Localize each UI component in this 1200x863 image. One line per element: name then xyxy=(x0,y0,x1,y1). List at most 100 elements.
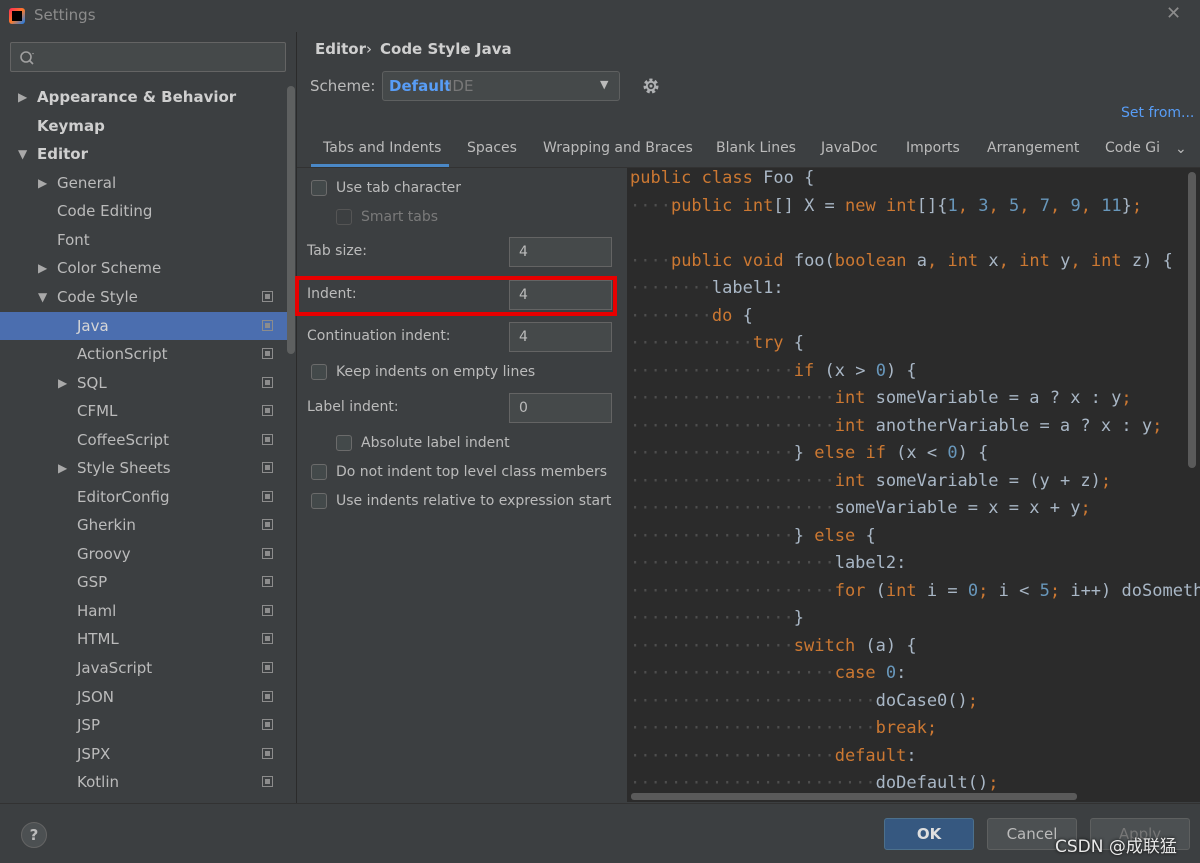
tab-blank-lines[interactable]: Blank Lines xyxy=(716,140,796,156)
code-line: public class Foo { xyxy=(630,168,815,188)
scheme-label: Scheme: xyxy=(310,77,376,95)
annotation-highlight-box xyxy=(295,276,617,316)
code-preview: public class Foo {····public int[] X = n… xyxy=(627,168,1200,802)
sidebar-item-gsp[interactable]: GSP xyxy=(0,568,288,596)
chevron-right-icon: ▶ xyxy=(58,461,68,475)
chevron-right-icon: ▶ xyxy=(38,261,48,275)
tab-arrangement[interactable]: Arrangement xyxy=(987,140,1079,156)
search-input[interactable] xyxy=(10,42,286,72)
code-line: ····················someVariable = x = x… xyxy=(630,498,1091,518)
sidebar-item-color-scheme[interactable]: ▶ Color Scheme xyxy=(0,254,288,282)
tab-code-generation[interactable]: Code Gi xyxy=(1105,140,1160,156)
sidebar-item-label: EditorConfig xyxy=(77,488,170,506)
keep-indents-checkbox[interactable] xyxy=(311,364,327,380)
smart-tabs-checkbox[interactable] xyxy=(336,209,352,225)
scheme-suffix: IDE xyxy=(448,77,474,95)
project-scope-icon xyxy=(262,719,273,730)
sidebar-item-appearance-behavior[interactable]: ▶ Appearance & Behavior xyxy=(0,83,288,111)
project-scope-icon xyxy=(262,348,273,359)
project-scope-icon xyxy=(262,434,273,445)
tab-size-field[interactable]: 4 xyxy=(509,237,612,267)
chevron-right-icon: ▶ xyxy=(38,176,48,190)
sidebar-item-java[interactable]: Java xyxy=(0,312,288,340)
code-line: ················if (x > 0) { xyxy=(630,360,917,381)
sidebar-item-general[interactable]: ▶ General xyxy=(0,169,288,197)
tab-wrapping-and-braces[interactable]: Wrapping and Braces xyxy=(543,140,693,156)
breadcrumb-editor[interactable]: Editor xyxy=(315,40,366,58)
code-line: ····················int anotherVariable … xyxy=(630,415,1163,436)
project-scope-icon xyxy=(262,291,273,302)
tab-javadoc[interactable]: JavaDoc xyxy=(821,140,878,156)
sidebar-item-label: Java xyxy=(77,317,109,335)
code-line: ················} else if (x < 0) { xyxy=(630,443,989,463)
sidebar-item-sql[interactable]: ▶ SQL xyxy=(0,369,288,397)
chevron-right-icon: ▶ xyxy=(18,90,28,104)
label-indent-field[interactable]: 0 xyxy=(509,393,612,423)
sidebar-item-groovy[interactable]: Groovy xyxy=(0,540,288,568)
project-scope-icon xyxy=(262,662,273,673)
gear-icon[interactable] xyxy=(640,75,662,97)
sidebar-item-html[interactable]: HTML xyxy=(0,625,288,653)
breadcrumb-code-style[interactable]: Code Style xyxy=(380,40,471,58)
help-button[interactable]: ? xyxy=(21,822,47,848)
continuation-indent-label: Continuation indent: xyxy=(307,328,451,344)
project-scope-icon xyxy=(262,519,273,530)
tab-size-label: Tab size: xyxy=(307,243,368,259)
no-indent-top-level-checkbox[interactable] xyxy=(311,464,327,480)
footer-divider xyxy=(0,803,1200,804)
sidebar-item-actionscript[interactable]: ActionScript xyxy=(0,340,288,368)
sidebar-item-label: JSP xyxy=(77,716,100,734)
chevron-down-icon: ▼ xyxy=(38,290,48,304)
sidebar-item-coffeescript[interactable]: CoffeeScript xyxy=(0,426,288,454)
sidebar-item-editor[interactable]: ▼ Editor xyxy=(0,140,288,168)
tab-imports[interactable]: Imports xyxy=(906,140,960,156)
chevron-down-icon[interactable]: ⌄ xyxy=(1175,141,1187,157)
sidebar-item-cfml[interactable]: CFML xyxy=(0,397,288,425)
sidebar-item-haml[interactable]: Haml xyxy=(0,597,288,625)
code-vertical-scrollbar[interactable] xyxy=(1188,172,1196,468)
sidebar-item-label: JavaScript xyxy=(77,659,153,677)
project-scope-icon xyxy=(262,633,273,644)
smart-tabs-label: Smart tabs xyxy=(361,209,439,225)
sidebar-item-label: Appearance & Behavior xyxy=(37,88,237,106)
absolute-label-indent-checkbox[interactable] xyxy=(336,435,352,451)
project-scope-icon xyxy=(262,377,273,388)
indents-relative-checkbox[interactable] xyxy=(311,493,327,509)
tab-tabs-and-indents[interactable]: Tabs and Indents xyxy=(323,140,441,156)
sidebar-item-gherkin[interactable]: Gherkin xyxy=(0,511,288,539)
project-scope-icon xyxy=(262,776,273,787)
use-tab-character-label: Use tab character xyxy=(336,180,462,196)
sidebar-item-json[interactable]: JSON xyxy=(0,683,288,711)
sidebar-item-jsp[interactable]: JSP xyxy=(0,711,288,739)
code-line: ························doCase0(); xyxy=(630,690,979,711)
project-scope-icon xyxy=(262,320,273,331)
sidebar-item-jspx[interactable]: JSPX xyxy=(0,740,288,768)
sidebar-item-style-sheets[interactable]: ▶ Style Sheets xyxy=(0,454,288,482)
ok-button[interactable]: OK xyxy=(884,818,974,850)
sidebar-item-font[interactable]: Font xyxy=(0,226,288,254)
sidebar-item-label: General xyxy=(57,174,117,192)
tab-spaces[interactable]: Spaces xyxy=(467,140,517,156)
code-line: ····public void foo(boolean a, int x, in… xyxy=(630,250,1173,271)
sidebar-item-keymap[interactable]: Keymap xyxy=(0,112,288,140)
sidebar-item-kotlin[interactable]: Kotlin xyxy=(0,768,288,796)
sidebar-item-editorconfig[interactable]: EditorConfig xyxy=(0,483,288,511)
sidebar-item-label: ActionScript xyxy=(77,345,168,363)
use-tab-character-checkbox[interactable] xyxy=(311,180,327,196)
breadcrumb-separator: › xyxy=(366,40,372,58)
code-line: ················} xyxy=(630,608,805,628)
project-scope-icon xyxy=(262,748,273,759)
close-icon[interactable]: ✕ xyxy=(1166,3,1181,24)
absolute-label-indent-label: Absolute label indent xyxy=(361,435,510,451)
sidebar-item-code-editing[interactable]: Code Editing xyxy=(0,197,288,225)
project-scope-icon xyxy=(262,576,273,587)
sidebar-item-javascript[interactable]: JavaScript xyxy=(0,654,288,682)
sidebar-scrollbar[interactable] xyxy=(287,86,295,354)
sidebar-item-label: Kotlin xyxy=(77,773,119,791)
continuation-indent-field[interactable]: 4 xyxy=(509,322,612,352)
set-from-link[interactable]: Set from... xyxy=(1121,105,1194,121)
sidebar-item-code-style[interactable]: ▼ Code Style xyxy=(0,283,288,311)
code-line: ········do { xyxy=(630,305,753,326)
code-horizontal-scrollbar[interactable] xyxy=(631,793,1077,800)
project-scope-icon xyxy=(262,491,273,502)
